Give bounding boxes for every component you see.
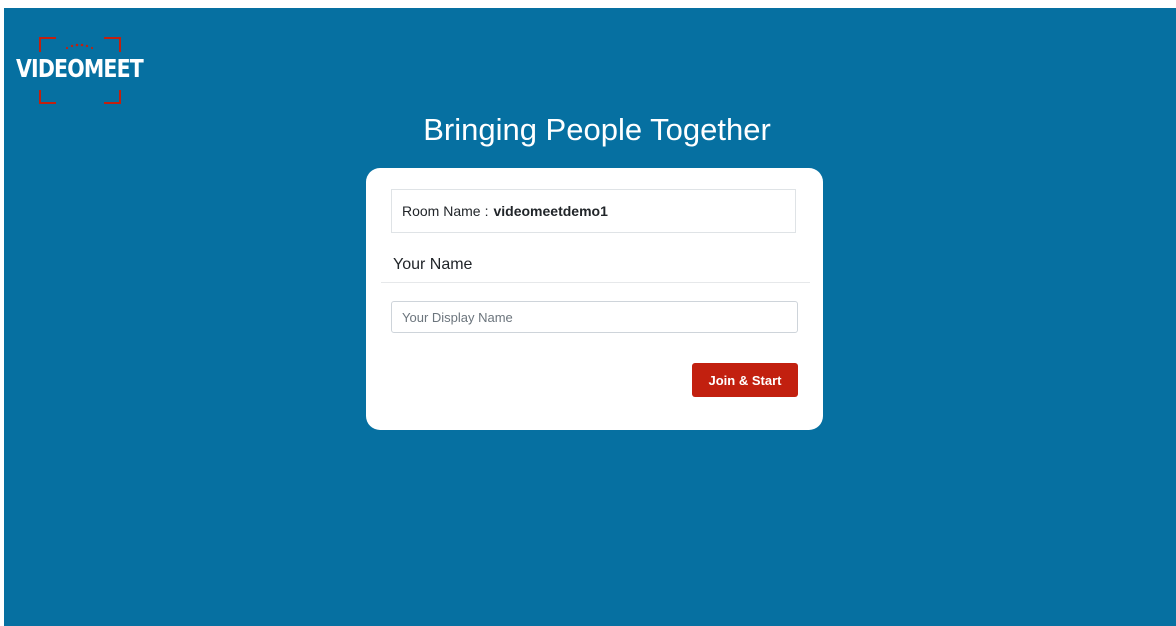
join-start-button[interactable]: Join & Start — [692, 363, 798, 397]
your-name-heading: Your Name — [393, 256, 473, 273]
videomeet-logo: VIDEOMEET — [10, 36, 150, 106]
display-name-input[interactable] — [391, 301, 798, 333]
room-name-value: videomeetdemo1 — [493, 203, 608, 219]
section-divider — [381, 282, 810, 283]
logo-wordmark: VIDEOMEET — [16, 54, 144, 83]
page-background: VIDEOMEET Bringing People Together Room … — [4, 8, 1176, 626]
room-name-display: Room Name : videomeetdemo1 — [391, 189, 796, 233]
room-name-separator: : — [484, 203, 489, 219]
join-card: Room Name : videomeetdemo1 Your Name Joi… — [366, 168, 823, 430]
page-headline: Bringing People Together — [423, 112, 771, 147]
room-name-label: Room Name — [402, 203, 481, 219]
